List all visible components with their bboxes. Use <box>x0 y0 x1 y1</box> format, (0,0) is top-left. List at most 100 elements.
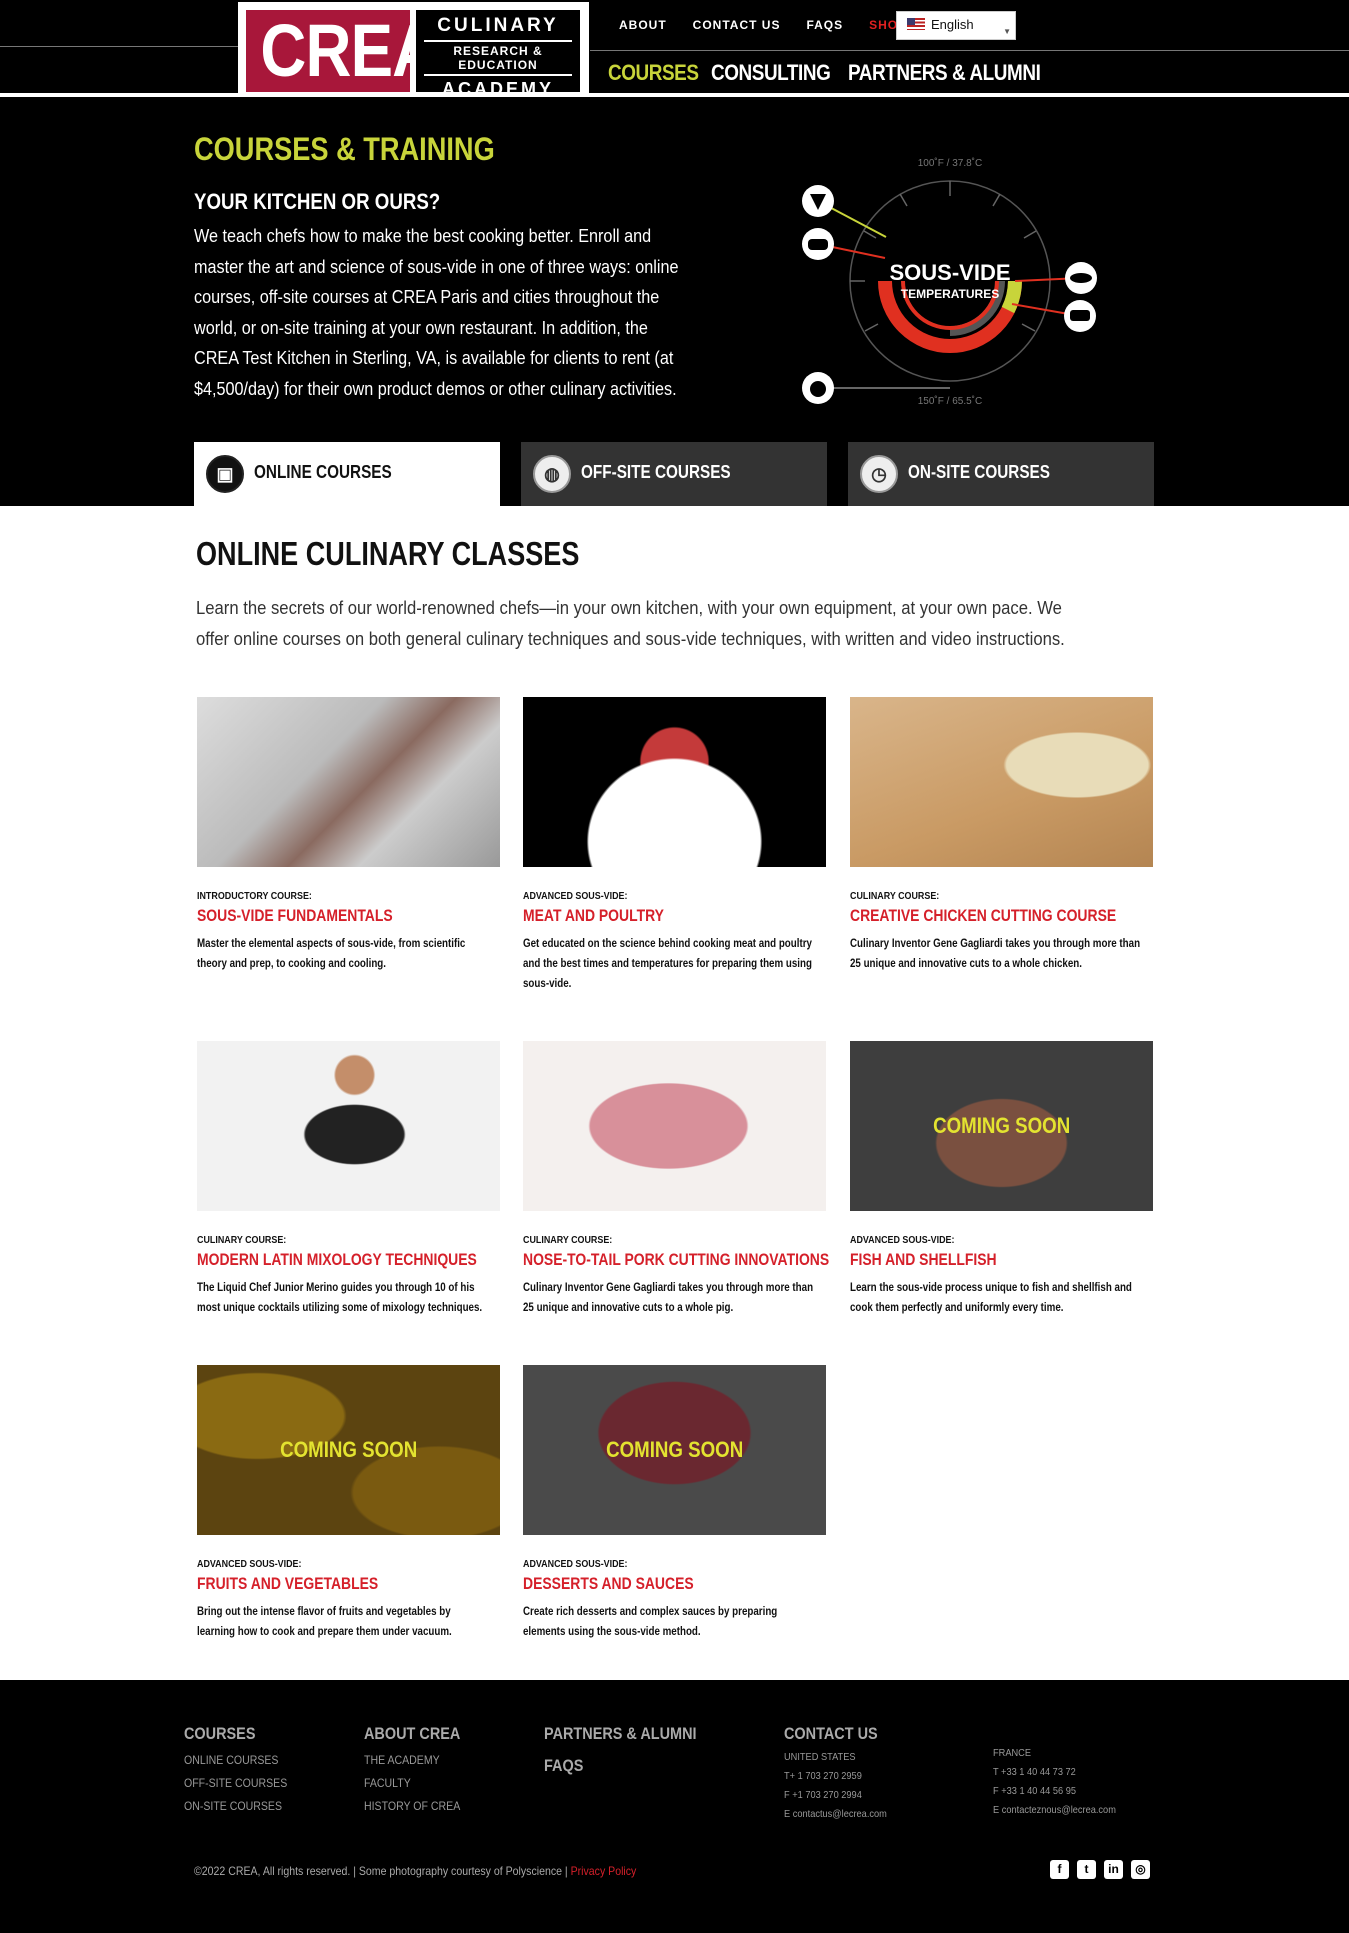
footer-heading[interactable]: PARTNERS & ALUMNI <box>544 1724 697 1744</box>
course-title[interactable]: MODERN LATIN MIXOLOGY TECHNIQUES <box>197 1250 477 1270</box>
footer-heading[interactable]: ABOUT CREA <box>364 1724 460 1744</box>
course-card[interactable]: CULINARY COURSE: CREATIVE CHICKEN CUTTIN… <box>850 697 1154 974</box>
linkedin-icon[interactable]: in <box>1104 1860 1123 1879</box>
logo-crea: CREA <box>246 10 438 92</box>
course-title[interactable]: NOSE-TO-TAIL PORK CUTTING INNOVATIONS <box>523 1250 829 1270</box>
section-intro: Learn the secrets of our world-renowned … <box>196 597 1065 649</box>
footer-contact: CONTACT US UNITED STATES T+ 1 703 270 29… <box>784 1724 901 1820</box>
footer-link[interactable]: OFF-SITE COURSES <box>184 1776 287 1790</box>
course-card[interactable]: INTRODUCTORY COURSE: SOUS-VIDE FUNDAMENT… <box>197 697 501 974</box>
logo[interactable]: CREA CULINARY RESEARCH & EDUCATION ACADE… <box>238 2 589 99</box>
coming-soon-overlay: COMING SOON <box>605 1437 744 1462</box>
footer: COURSES ONLINE COURSES OFF-SITE COURSES … <box>0 1680 1349 1933</box>
divider <box>0 46 240 47</box>
tab-label: OFF-SITE COURSES <box>581 462 731 482</box>
course-title[interactable]: DESSERTS AND SAUCES <box>523 1574 772 1594</box>
course-image[interactable]: COMING SOON <box>523 1365 826 1535</box>
contact-phone: T +33 1 40 44 73 72 <box>993 1766 1076 1778</box>
tab-online-courses[interactable]: ▣ ONLINE COURSES <box>194 442 500 506</box>
contact-link[interactable]: CONTACT US <box>693 18 781 32</box>
coming-soon-overlay: COMING SOON <box>279 1437 418 1462</box>
course-image[interactable] <box>850 697 1153 867</box>
copyright: ©2022 CREA, All rights reserved. | Some … <box>194 1864 636 1878</box>
course-image[interactable] <box>523 1041 826 1211</box>
privacy-link[interactable]: Privacy Policy <box>571 1864 637 1878</box>
footer-heading[interactable]: COURSES <box>184 1724 284 1744</box>
divider <box>590 50 1349 51</box>
course-category: CULINARY COURSE: <box>197 1234 287 1246</box>
course-title[interactable]: SOUS-VIDE FUNDAMENTALS <box>197 906 446 926</box>
about-link[interactable]: ABOUT <box>619 18 667 32</box>
clock-icon: ◷ <box>860 455 898 493</box>
language-select[interactable]: English ▼ <box>896 11 1016 40</box>
course-card[interactable]: COMING SOON ADVANCED SOUS-VIDE: FISH AND… <box>850 1041 1154 1318</box>
divider <box>0 93 1349 97</box>
chevron-down-icon: ▼ <box>1003 27 1011 36</box>
logo-line: CULINARY <box>437 15 559 36</box>
top-bar: CREA CULINARY RESEARCH & EDUCATION ACADE… <box>0 0 1349 101</box>
course-category: INTRODUCTORY COURSE: <box>197 890 312 902</box>
social-links: f t in ◎ <box>1050 1860 1150 1879</box>
nav-courses[interactable]: COURSES <box>608 60 699 86</box>
tab-on-site-courses[interactable]: ◷ ON-SITE COURSES <box>848 442 1154 506</box>
course-card[interactable]: ADVANCED SOUS-VIDE: MEAT AND POULTRY Get… <box>523 697 827 994</box>
course-card[interactable]: CULINARY COURSE: MODERN LATIN MIXOLOGY T… <box>197 1041 501 1318</box>
course-image[interactable]: COMING SOON <box>197 1365 500 1535</box>
contact-fax: F +33 1 40 44 56 95 <box>993 1785 1076 1797</box>
logo-line: ACADEMY <box>441 79 554 99</box>
contact-email[interactable]: E contactus@lecrea.com <box>784 1808 887 1820</box>
footer-link[interactable]: HISTORY OF CREA <box>364 1799 464 1813</box>
footer-faqs-link[interactable]: FAQS <box>544 1756 697 1776</box>
dial-top-label: 100˚F / 37.8˚C <box>918 157 982 169</box>
course-card[interactable]: CULINARY COURSE: NOSE-TO-TAIL PORK CUTTI… <box>523 1041 829 1318</box>
course-image[interactable] <box>523 697 826 867</box>
footer-link[interactable]: FACULTY <box>364 1776 464 1790</box>
top-links: ABOUT CONTACT US FAQS SHOP <box>619 18 933 32</box>
footer-partners: PARTNERS & ALUMNI FAQS <box>544 1724 723 1776</box>
faqs-link[interactable]: FAQS <box>806 18 843 32</box>
nav-consulting[interactable]: CONSULTING <box>711 60 831 86</box>
course-card[interactable]: COMING SOON ADVANCED SOUS-VIDE: FRUITS A… <box>197 1365 501 1642</box>
course-description: The Liquid Chef Junior Merino guides you… <box>197 1282 483 1314</box>
contact-country: UNITED STATES <box>784 1751 856 1763</box>
hero-body: We teach chefs how to make the best cook… <box>194 226 679 399</box>
course-category: ADVANCED SOUS-VIDE: <box>523 890 628 902</box>
hero: COURSES & TRAINING YOUR KITCHEN OR OURS?… <box>0 101 1349 506</box>
tab-off-site-courses[interactable]: ◍ OFF-SITE COURSES <box>521 442 827 506</box>
course-title[interactable]: MEAT AND POULTRY <box>523 906 772 926</box>
language-label: English <box>931 17 974 32</box>
course-image[interactable]: COMING SOON <box>850 1041 1153 1211</box>
course-description: Master the elemental aspects of sous-vid… <box>197 938 466 970</box>
footer-link[interactable]: THE ACADEMY <box>364 1753 464 1767</box>
course-image[interactable] <box>197 697 500 867</box>
footer-link[interactable]: ON-SITE COURSES <box>184 1799 287 1813</box>
contact-email[interactable]: E contacteznous@lecrea.com <box>993 1804 1116 1816</box>
course-description: Create rich desserts and complex sauces … <box>523 1606 778 1638</box>
footer-contact-fr: FRANCE T +33 1 40 44 73 72 F +33 1 40 44… <box>993 1747 1133 1816</box>
hero-title: COURSES & TRAINING <box>194 131 495 167</box>
main-nav: COURSES CONSULTING PARTNERS & ALUMNI <box>608 60 1050 86</box>
twitter-icon[interactable]: t <box>1077 1860 1096 1879</box>
footer-link[interactable]: ONLINE COURSES <box>184 1753 287 1767</box>
footer-heading: CONTACT US <box>784 1724 878 1743</box>
tab-label: ON-SITE COURSES <box>908 462 1050 482</box>
nav-partners[interactable]: PARTNERS & ALUMNI <box>848 60 1041 86</box>
course-description: Learn the sous-vide process unique to fi… <box>850 1282 1132 1314</box>
instagram-icon[interactable]: ◎ <box>1131 1860 1150 1879</box>
copyright-text: ©2022 CREA, All rights reserved. | Some … <box>194 1864 571 1878</box>
course-title[interactable]: FISH AND SHELLFISH <box>850 1250 1099 1270</box>
logo-line: RESEARCH & EDUCATION <box>424 40 572 76</box>
course-image[interactable] <box>197 1041 500 1211</box>
laptop-icon: ▣ <box>206 455 244 493</box>
course-card[interactable]: COMING SOON ADVANCED SOUS-VIDE: DESSERTS… <box>523 1365 827 1642</box>
hero-subtitle: YOUR KITCHEN OR OURS? <box>194 189 441 214</box>
tab-label: ONLINE COURSES <box>254 462 392 482</box>
footer-about: ABOUT CREA THE ACADEMY FACULTY HISTORY O… <box>364 1724 477 1813</box>
footer-courses: COURSES ONLINE COURSES OFF-SITE COURSES … <box>184 1724 301 1813</box>
dial-title: SOUS-VIDE <box>889 260 1010 285</box>
course-title[interactable]: FRUITS AND VEGETABLES <box>197 1574 446 1594</box>
contact-phone: T+ 1 703 270 2959 <box>784 1770 862 1782</box>
course-category: CULINARY COURSE: <box>850 890 940 902</box>
facebook-icon[interactable]: f <box>1050 1860 1069 1879</box>
course-title[interactable]: CREATIVE CHICKEN CUTTING COURSE <box>850 906 1116 926</box>
